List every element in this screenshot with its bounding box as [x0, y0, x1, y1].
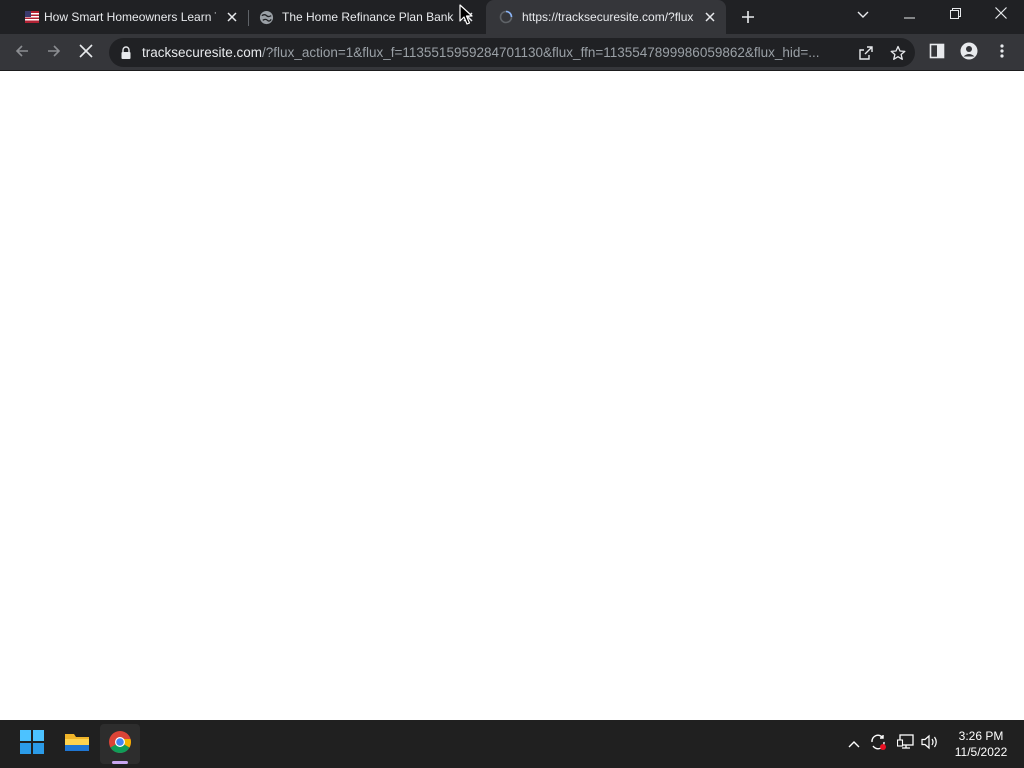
show-hidden-icons-button[interactable] [842, 732, 866, 756]
lock-icon[interactable] [120, 46, 132, 59]
folder-icon [64, 731, 90, 758]
chevron-down-icon [857, 6, 869, 24]
close-window-button[interactable] [978, 0, 1024, 30]
tab-strip: How Smart Homeowners Learn T The Home Re… [0, 0, 1024, 34]
tab-1[interactable]: How Smart Homeowners Learn T [8, 0, 248, 34]
globe-icon [258, 9, 274, 25]
tab-search-button[interactable] [840, 0, 886, 30]
minimize-icon [903, 6, 915, 24]
speaker-icon [921, 734, 939, 755]
page-viewport [0, 71, 1024, 720]
tab-2[interactable]: The Home Refinance Plan Banks [248, 0, 484, 34]
profile-button[interactable] [955, 39, 983, 67]
chevron-up-icon [848, 735, 860, 753]
network-button[interactable] [894, 732, 918, 756]
forward-arrow-icon [46, 43, 62, 64]
clock-time: 3:26 PM [958, 729, 1004, 743]
start-button[interactable] [12, 724, 52, 764]
file-explorer-button[interactable] [57, 724, 97, 764]
kebab-menu-icon [1000, 43, 1004, 64]
close-tab-icon[interactable] [224, 9, 240, 25]
address-bar[interactable]: tracksecuresite.com/?flux_action=1&flux_… [109, 38, 915, 67]
share-icon[interactable] [854, 41, 878, 65]
mouse-cursor-icon [459, 4, 473, 26]
stop-loading-button[interactable] [72, 39, 100, 67]
chrome-taskbar-button[interactable] [100, 724, 140, 764]
browser-toolbar: tracksecuresite.com/?flux_action=1&flux_… [0, 34, 1024, 71]
person-icon [960, 42, 978, 65]
tab-title: https://tracksecuresite.com/?flux [522, 10, 694, 24]
tab-3-active[interactable]: https://tracksecuresite.com/?flux [486, 0, 726, 34]
clock-date: 11/5/2022 [954, 745, 1008, 759]
back-button[interactable] [8, 39, 36, 67]
tab-title: The Home Refinance Plan Banks [282, 10, 454, 24]
close-tab-icon[interactable] [702, 9, 718, 25]
new-tab-button[interactable] [737, 6, 759, 28]
forward-button[interactable] [40, 39, 68, 67]
stop-x-icon [79, 43, 93, 63]
volume-button[interactable] [918, 732, 942, 756]
network-icon [896, 733, 915, 755]
url-host: tracksecuresite.com [142, 45, 263, 60]
bookmark-star-icon[interactable] [886, 41, 910, 65]
flag-icon [24, 9, 40, 25]
chrome-icon [108, 730, 132, 759]
back-arrow-icon [14, 43, 30, 64]
url-text[interactable]: tracksecuresite.com/?flux_action=1&flux_… [142, 45, 852, 61]
url-path: /?flux_action=1&flux_f=11355159592847011… [262, 45, 820, 60]
sync-error-icon [869, 733, 887, 756]
windows-taskbar: 3:26 PM 11/5/2022 [0, 720, 1024, 768]
chrome-menu-button[interactable] [988, 39, 1016, 67]
minimize-button[interactable] [886, 0, 932, 30]
restore-icon [949, 6, 961, 24]
side-panel-button[interactable] [923, 39, 951, 67]
system-clock[interactable]: 3:26 PM 11/5/2022 [946, 728, 1016, 760]
close-icon [995, 6, 1007, 24]
side-panel-icon [929, 43, 945, 64]
windows-logo-icon [20, 729, 44, 759]
active-app-indicator [112, 761, 128, 764]
loading-spinner-icon [498, 9, 514, 25]
tab-title: How Smart Homeowners Learn T [44, 10, 216, 24]
restore-button[interactable] [932, 0, 978, 30]
sync-status-button[interactable] [866, 732, 890, 756]
